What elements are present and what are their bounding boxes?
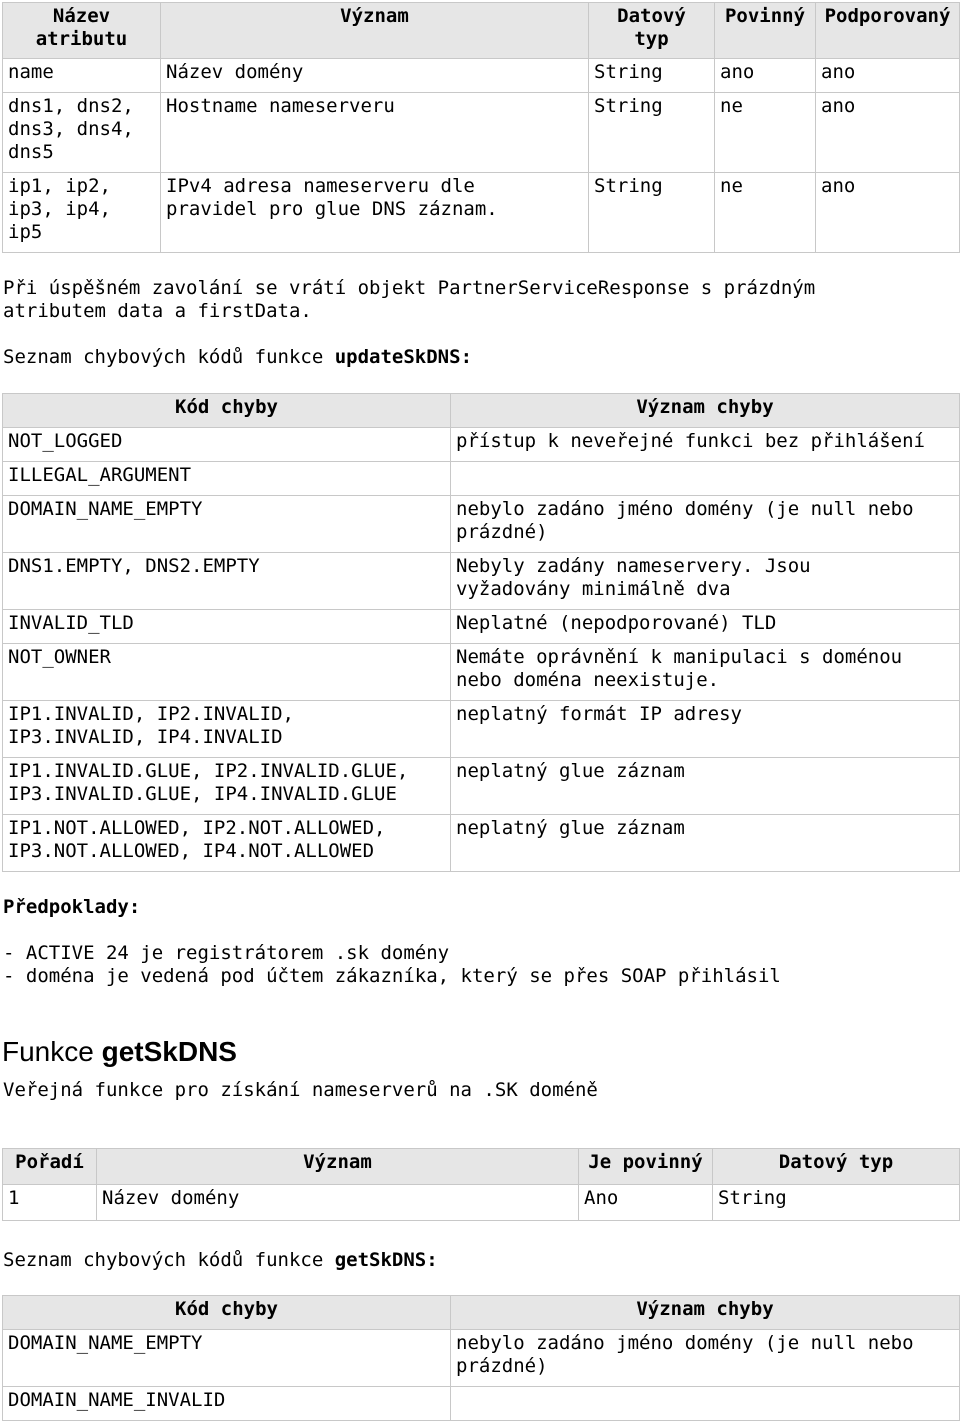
get-errors-intro: Seznam chybových kódů funkce getSkDNS:	[3, 1249, 438, 1272]
error-meaning: neplatný glue záznam	[450, 814, 960, 872]
column-header: Datový typ	[588, 2, 715, 59]
column-header: Podporovaný	[815, 2, 960, 59]
error-code: INVALID_TLD	[2, 609, 451, 644]
get-errors-table: Kód chyby Význam chyby DOMAIN_NAME_EMPTY…	[2, 1295, 960, 1421]
error-meaning	[450, 461, 960, 496]
table-row: ILLEGAL_ARGUMENT	[2, 461, 960, 496]
params-table: Název atributu Význam Datový typ Povinný…	[2, 2, 960, 253]
error-code: IP1.INVALID, IP2.INVALID, IP3.INVALID, I…	[2, 700, 451, 758]
table-row: DOMAIN_NAME_EMPTY nebylo zadáno jméno do…	[2, 495, 960, 553]
table-cell: ano	[714, 58, 816, 93]
table-cell: dns1, dns2, dns3, dns4, dns5	[2, 92, 161, 173]
error-meaning: neplatný formát IP adresy	[450, 700, 960, 758]
table-cell: String	[588, 92, 715, 173]
error-meaning: Nemáte oprávnění k manipulaci s doménou …	[450, 643, 960, 701]
error-code: DOMAIN_NAME_EMPTY	[2, 1329, 451, 1387]
table-header-row: Kód chyby Význam chyby	[2, 393, 960, 428]
intro-text: Seznam chybových kódů funkce	[3, 1249, 335, 1271]
column-header: Význam	[96, 1148, 579, 1185]
error-meaning: neplatný glue záznam	[450, 757, 960, 815]
error-meaning: přístup k neveřejné funkci bez přihlášen…	[450, 427, 960, 462]
column-header: Kód chyby	[2, 1295, 451, 1330]
function-name: updateSkDNS:	[334, 346, 473, 368]
table-cell: Ano	[578, 1184, 713, 1221]
table-cell: ne	[714, 92, 816, 173]
table-row: 1 Název domény Ano String	[2, 1184, 960, 1221]
table-row: dns1, dns2, dns3, dns4, dns5 Hostname na…	[2, 92, 960, 173]
table-cell: Název domény	[160, 58, 589, 93]
prerequisite-item: - doména je vedená pod účtem zákazníka, …	[3, 965, 781, 987]
prerequisites-title: Předpoklady:	[3, 896, 141, 918]
success-note-line: Při úspěšném zavolání se vrátí objekt Pa…	[3, 277, 816, 299]
error-meaning: Neplatné (nepodporované) TLD	[450, 609, 960, 644]
error-code: IP1.NOT.ALLOWED, IP2.NOT.ALLOWED, IP3.NO…	[2, 814, 451, 872]
table-cell: ne	[714, 172, 816, 253]
table-cell: ano	[815, 92, 960, 173]
table-row: name Název domény String ano ano	[2, 58, 960, 93]
column-header: Význam chyby	[450, 393, 960, 428]
table-cell: name	[2, 58, 161, 93]
column-header: Datový typ	[712, 1148, 960, 1185]
function-heading: Funkce getSkDNS	[2, 1034, 237, 1070]
table-cell: String	[712, 1184, 960, 1221]
table-row: IP1.INVALID, IP2.INVALID, IP3.INVALID, I…	[2, 700, 960, 758]
heading-function-name: getSkDNS	[101, 1036, 237, 1067]
table-row: ip1, ip2, ip3, ip4, ip5 IPv4 adresa name…	[2, 172, 960, 253]
column-header: Pořadí	[2, 1148, 97, 1185]
table-header-row: Název atributu Význam Datový typ Povinný…	[2, 2, 960, 59]
error-code: ILLEGAL_ARGUMENT	[2, 461, 451, 496]
function-name: getSkDNS:	[334, 1249, 438, 1271]
table-cell: IPv4 adresa nameserveru dle pravidel pro…	[160, 172, 589, 253]
update-errors-table: Kód chyby Význam chyby NOT_LOGGED přístu…	[2, 393, 960, 872]
table-row: IP1.NOT.ALLOWED, IP2.NOT.ALLOWED, IP3.NO…	[2, 814, 960, 872]
table-row: DNS1.EMPTY, DNS2.EMPTY Nebyly zadány nam…	[2, 552, 960, 610]
function-description: Veřejná funkce pro získání nameserverů n…	[3, 1079, 598, 1101]
table-row: NOT_LOGGED přístup k neveřejné funkci be…	[2, 427, 960, 462]
table-cell: ip1, ip2, ip3, ip4, ip5	[2, 172, 161, 253]
get-params-table: Pořadí Význam Je povinný Datový typ 1 Ná…	[2, 1148, 960, 1221]
column-header: Význam	[160, 2, 589, 59]
column-header: Význam chyby	[450, 1295, 960, 1330]
column-header: Povinný	[714, 2, 816, 59]
prerequisite-item: - ACTIVE 24 je registrátorem .sk domény	[3, 942, 450, 964]
table-row: IP1.INVALID.GLUE, IP2.INVALID.GLUE, IP3.…	[2, 757, 960, 815]
table-cell: ano	[815, 172, 960, 253]
error-code: IP1.INVALID.GLUE, IP2.INVALID.GLUE, IP3.…	[2, 757, 451, 815]
table-row: DOMAIN_NAME_INVALID	[2, 1386, 960, 1421]
column-header: Kód chyby	[2, 393, 451, 428]
table-cell: ano	[815, 58, 960, 93]
error-code: DNS1.EMPTY, DNS2.EMPTY	[2, 552, 451, 610]
table-cell: Hostname nameserveru	[160, 92, 589, 173]
update-errors-intro: Seznam chybových kódů funkce updateSkDNS…	[3, 346, 472, 369]
error-meaning: Nebyly zadány nameservery. Jsou vyžadová…	[450, 552, 960, 610]
intro-text: Seznam chybových kódů funkce	[3, 346, 335, 368]
table-cell: String	[588, 172, 715, 253]
column-header: Je povinný	[578, 1148, 713, 1185]
table-cell: String	[588, 58, 715, 93]
error-code: NOT_LOGGED	[2, 427, 451, 462]
table-header-row: Kód chyby Význam chyby	[2, 1295, 960, 1330]
table-cell: Název domény	[96, 1184, 579, 1221]
heading-prefix: Funkce	[2, 1036, 102, 1067]
table-header-row: Pořadí Význam Je povinný Datový typ	[2, 1148, 960, 1185]
error-meaning	[450, 1386, 960, 1421]
table-row: NOT_OWNER Nemáte oprávnění k manipulaci …	[2, 643, 960, 701]
error-meaning: nebylo zadáno jméno domény (je null nebo…	[450, 1329, 960, 1387]
table-row: DOMAIN_NAME_EMPTY nebylo zadáno jméno do…	[2, 1329, 960, 1387]
error-code: DOMAIN_NAME_EMPTY	[2, 495, 451, 553]
error-code: DOMAIN_NAME_INVALID	[2, 1386, 451, 1421]
table-row: INVALID_TLD Neplatné (nepodporované) TLD	[2, 609, 960, 644]
column-header: Název atributu	[2, 2, 161, 59]
table-cell: 1	[2, 1184, 97, 1221]
success-note-line: atributem data a firstData.	[3, 300, 312, 322]
error-code: NOT_OWNER	[2, 643, 451, 701]
error-meaning: nebylo zadáno jméno domény (je null nebo…	[450, 495, 960, 553]
